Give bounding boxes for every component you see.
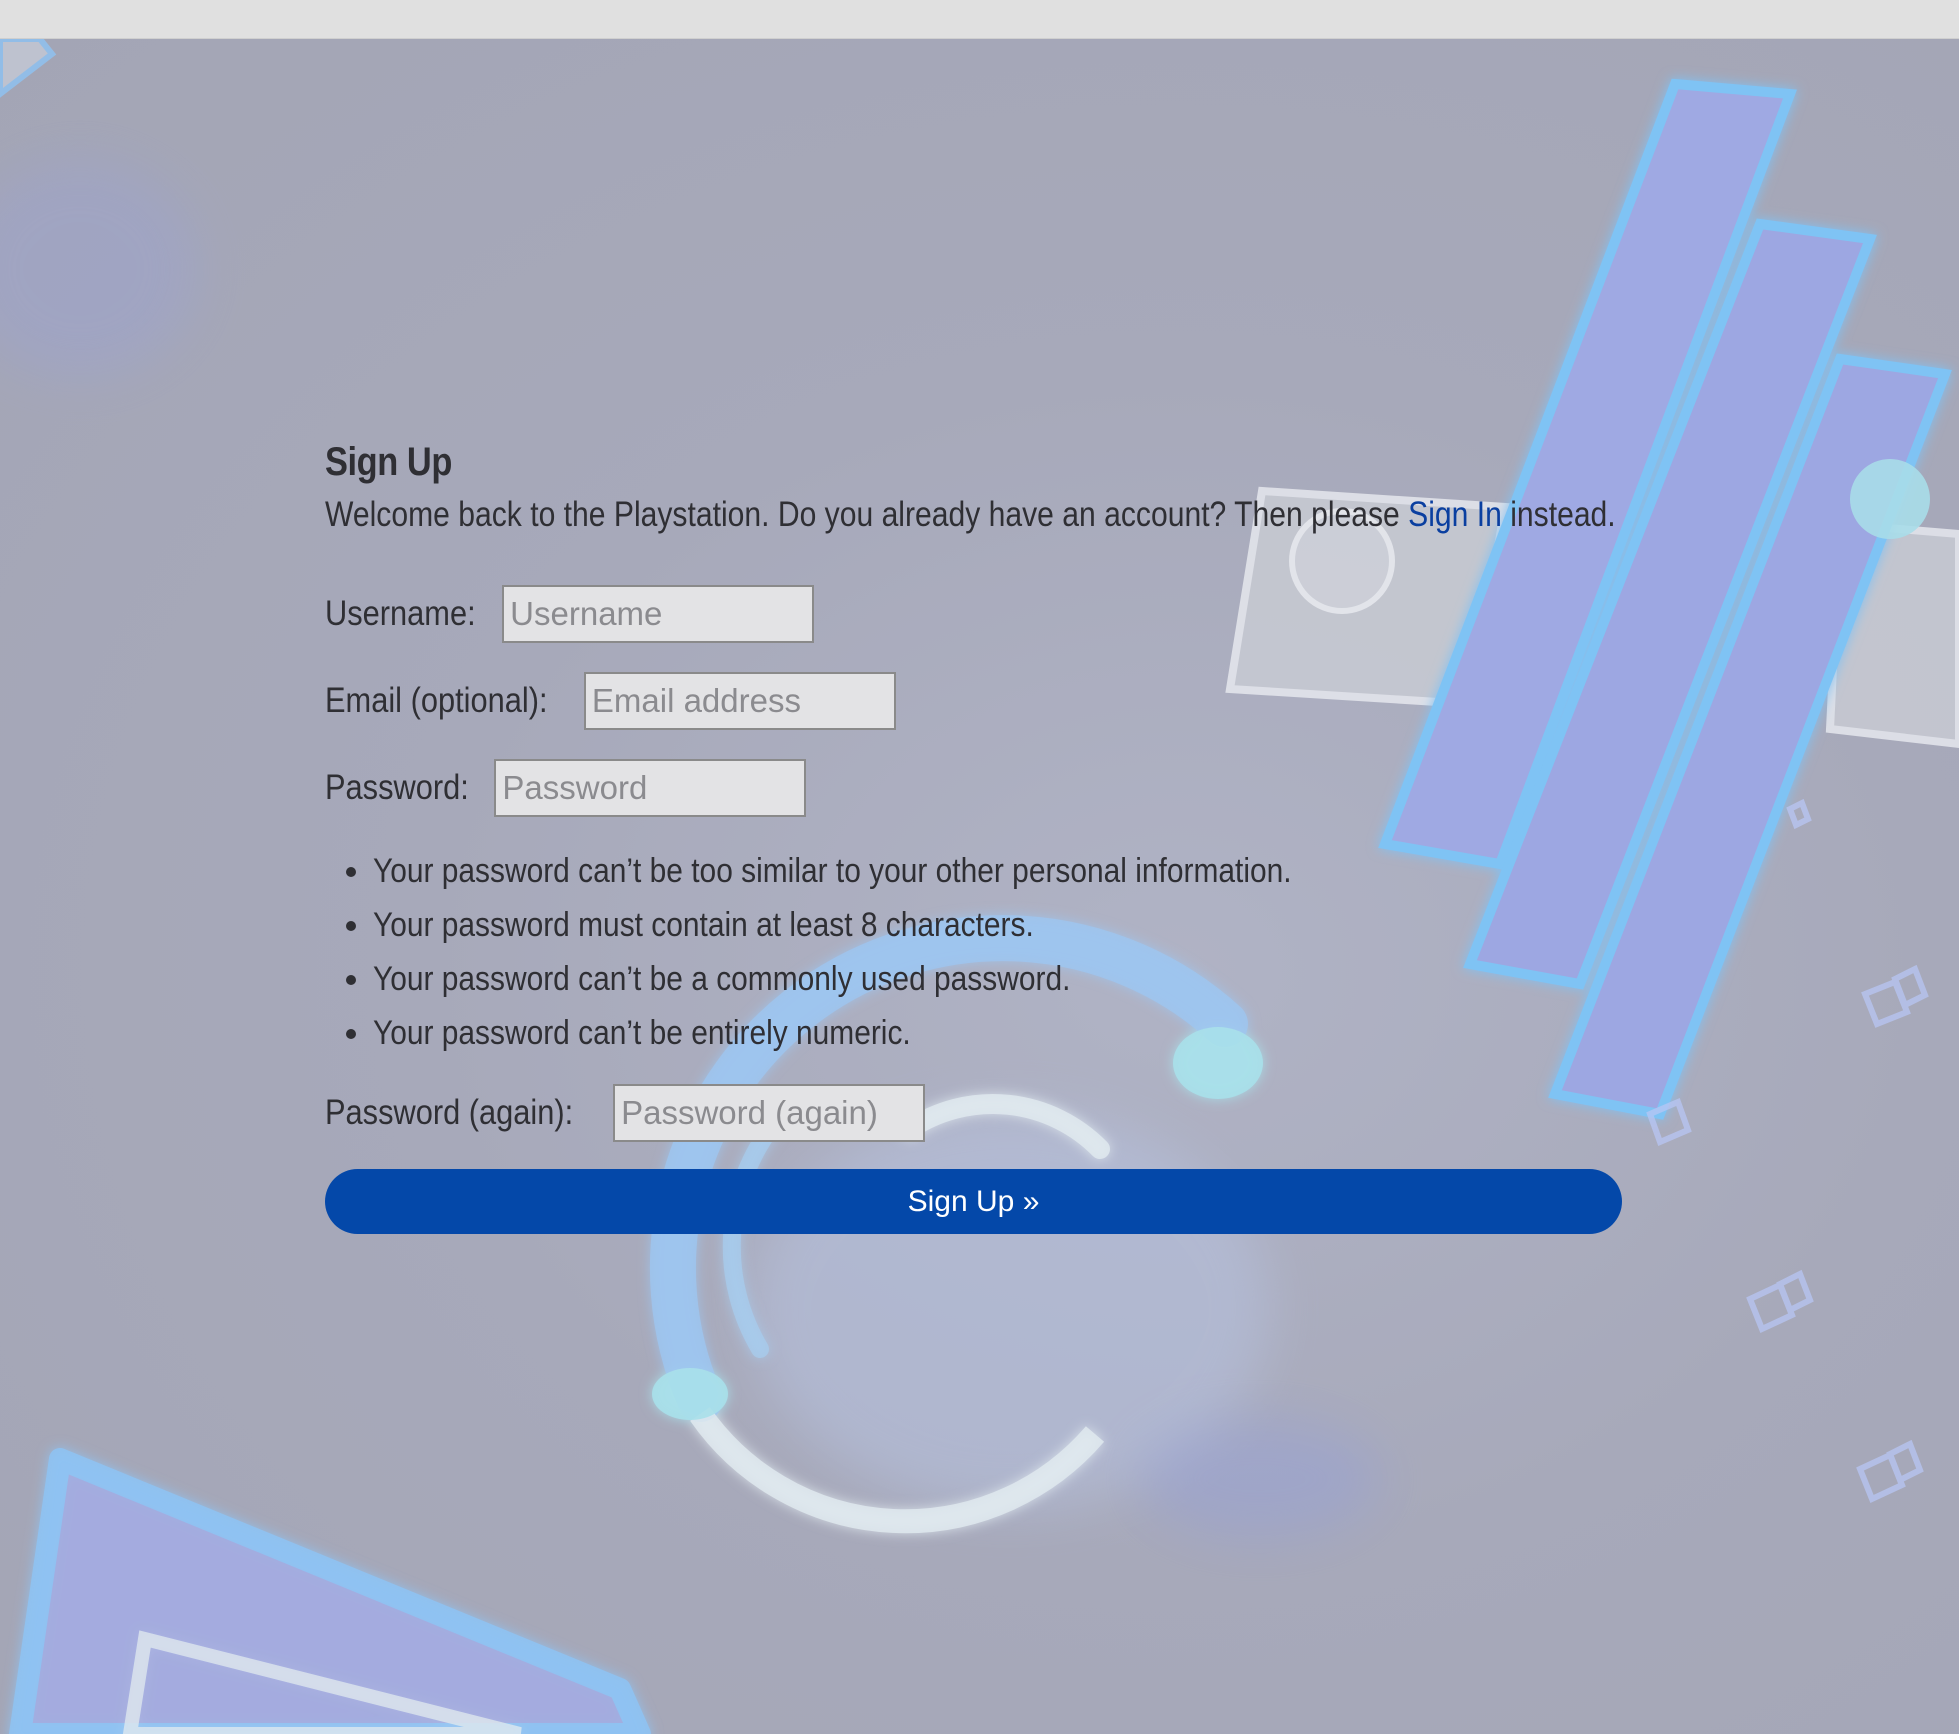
password-rule: Your password can’t be entirely numeric. <box>373 1006 1625 1060</box>
password-rule: Your password can’t be too similar to yo… <box>373 844 1625 898</box>
intro-text: Welcome back to the Playstation. Do you … <box>325 495 1616 535</box>
password-again-input[interactable] <box>613 1084 926 1142</box>
sign-in-link[interactable]: Sign In <box>1408 495 1502 534</box>
password-label: Password: <box>325 768 469 807</box>
password-rule: Your password can’t be a commonly used p… <box>373 952 1625 1006</box>
username-label: Username: <box>325 594 476 633</box>
password-rule: Your password must contain at least 8 ch… <box>373 898 1625 952</box>
intro-text-before: Welcome back to the Playstation. Do you … <box>325 495 1409 534</box>
email-input[interactable] <box>583 672 896 730</box>
password-rules-list: Your password can’t be too similar to yo… <box>325 844 1625 1060</box>
intro-text-after: instead. <box>1501 495 1616 534</box>
signup-form-container: Sign Up Welcome back to the Playstation.… <box>325 440 1625 1234</box>
username-input[interactable] <box>502 585 815 643</box>
page-title: Sign Up <box>325 440 452 484</box>
email-row: Email (optional): <box>325 670 1625 732</box>
password-again-row: Password (again): <box>325 1082 1625 1144</box>
browser-top-bar <box>0 0 1959 39</box>
password-row: Password: <box>325 757 1625 819</box>
email-label: Email (optional): <box>325 681 548 720</box>
password-again-label: Password (again): <box>325 1093 574 1132</box>
username-row: Username: <box>325 583 1625 645</box>
sign-up-button[interactable]: Sign Up » <box>325 1169 1622 1234</box>
password-input[interactable] <box>494 759 807 817</box>
signup-form: Username: Email (optional): Password: Yo… <box>325 583 1625 1234</box>
